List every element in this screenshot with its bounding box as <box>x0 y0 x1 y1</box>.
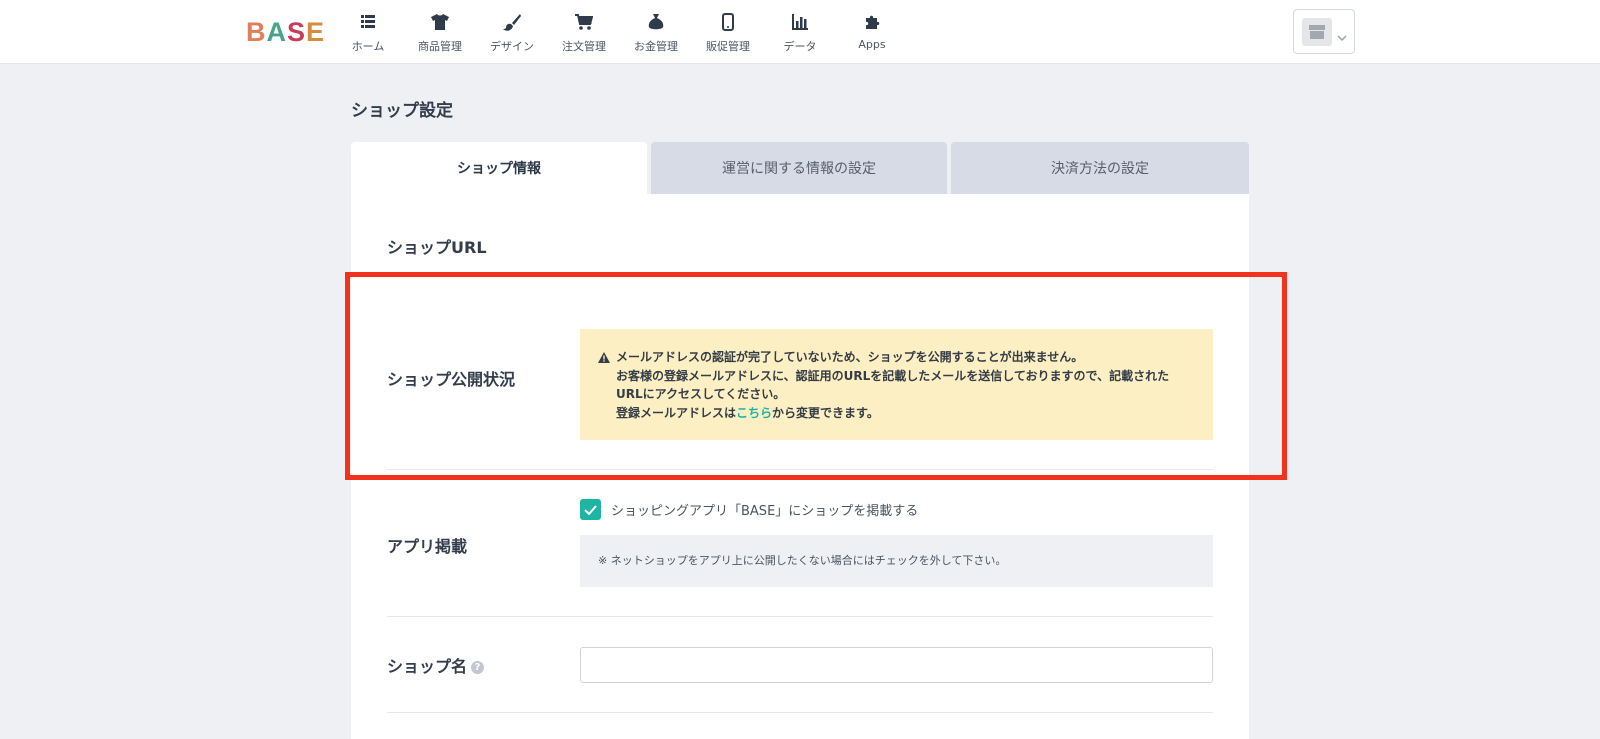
warning-line: お客様の登録メールアドレスに、認証用のURLを記載したメールを送信しておりますの… <box>616 368 1170 383</box>
section-divider <box>387 712 1213 713</box>
list-icon <box>358 12 378 32</box>
app-listing-checkbox[interactable] <box>580 499 601 520</box>
page-title: ショップ設定 <box>351 101 453 121</box>
warning-line: 登録メールアドレスはこちらから変更できます。 <box>616 404 1195 423</box>
bar-chart-icon <box>790 12 810 32</box>
shop-name-input[interactable] <box>580 647 1213 683</box>
tab-payment-settings[interactable]: 決済方法の設定 <box>951 142 1249 194</box>
settings-panel: ショップURL ショップ公開状況 メールアドレスの認証が完了していないため、ショ… <box>351 194 1249 739</box>
nav-label: 注文管理 <box>562 40 606 53</box>
puzzle-icon <box>862 12 882 32</box>
smartphone-icon <box>718 12 738 32</box>
cart-icon <box>574 12 594 32</box>
settings-tabs: ショップ情報 運営に関する情報の設定 決済方法の設定 <box>351 142 1249 194</box>
shop-switcher-button[interactable] <box>1293 9 1355 54</box>
publish-status-label: ショップ公開状況 <box>387 370 516 389</box>
help-icon[interactable]: ? <box>471 661 485 674</box>
nav-label: お金管理 <box>634 40 678 53</box>
nav-label: ホーム <box>351 40 385 53</box>
warning-text: から変更できます。 <box>772 405 879 420</box>
shop-url-label: ショップURL <box>387 238 487 257</box>
warning-line: メールアドレスの認証が完了していないため、ショップを公開することが出来ません。 <box>616 350 1084 364</box>
warning-line: URLにアクセスしてください。 <box>616 387 786 401</box>
app-listing-checkbox-label: ショッピングアプリ「BASE」にショップを掲載する <box>611 504 919 519</box>
base-logo[interactable]: BASE <box>244 14 324 50</box>
app-listing-label: アプリ掲載 <box>387 537 468 556</box>
checkmark-icon <box>584 504 597 515</box>
nav-item-apps[interactable]: Apps <box>836 10 908 56</box>
nav-label: 販促管理 <box>706 40 750 53</box>
nav-label: Apps <box>858 38 886 51</box>
main-nav: ホーム 商品管理 デザイン 注文管理 お金管理 販促管理 データ Apps <box>332 10 908 56</box>
top-navigation-bar: BASE ホーム 商品管理 デザイン 注文管理 お金管理 販促管理 データ Ap… <box>0 0 1600 64</box>
section-divider <box>387 469 1213 470</box>
nav-label: データ <box>783 40 817 53</box>
store-icon <box>1302 18 1332 46</box>
tab-shop-info[interactable]: ショップ情報 <box>351 142 647 194</box>
app-listing-note: ※ ネットショップをアプリ上に公開したくない場合にはチェックを外して下さい。 <box>580 535 1213 587</box>
tshirt-icon <box>430 12 450 32</box>
chevron-down-icon <box>1337 27 1347 46</box>
logo-wordmark: BASE <box>246 17 326 47</box>
change-email-link[interactable]: こちら <box>736 406 772 420</box>
tab-operation-info[interactable]: 運営に関する情報の設定 <box>651 142 947 194</box>
nav-item-orders[interactable]: 注文管理 <box>548 10 620 56</box>
nav-label: デザイン <box>490 40 534 53</box>
nav-item-data[interactable]: データ <box>764 10 836 56</box>
section-divider <box>387 616 1213 617</box>
money-bag-icon <box>646 12 666 32</box>
shop-name-label-row: ショップ名? <box>387 653 485 677</box>
email-verification-warning: メールアドレスの認証が完了していないため、ショップを公開することが出来ません。 … <box>580 329 1213 440</box>
nav-item-money[interactable]: お金管理 <box>620 10 692 56</box>
warning-text: 登録メールアドレスは <box>616 405 737 420</box>
app-listing-checkbox-row[interactable]: ショッピングアプリ「BASE」にショップを掲載する <box>580 499 918 520</box>
nav-item-products[interactable]: 商品管理 <box>404 10 476 56</box>
nav-item-home[interactable]: ホーム <box>332 10 404 56</box>
brush-icon <box>502 12 522 32</box>
nav-item-design[interactable]: デザイン <box>476 10 548 56</box>
nav-label: 商品管理 <box>418 40 462 53</box>
shop-name-label: ショップ名 <box>387 657 468 676</box>
nav-item-promotion[interactable]: 販促管理 <box>692 10 764 56</box>
warning-triangle-icon <box>598 350 610 369</box>
